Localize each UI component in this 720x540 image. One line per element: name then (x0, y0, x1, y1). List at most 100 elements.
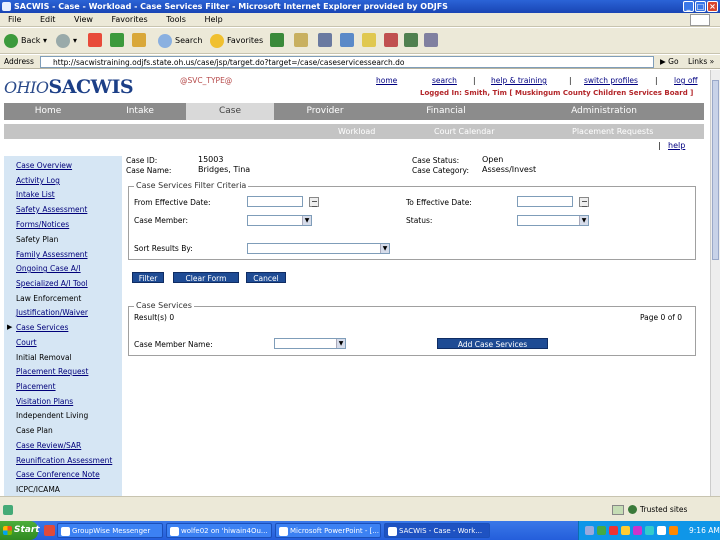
menu-view[interactable]: View (74, 15, 93, 24)
tray-icon[interactable] (621, 526, 630, 535)
nav-initial-removal[interactable]: Initial Removal (16, 353, 72, 362)
tab-intake[interactable]: Intake (96, 103, 184, 120)
discuss-icon[interactable] (424, 33, 438, 47)
nav-forms-notices[interactable]: Forms/Notices (16, 220, 69, 229)
windows-logo-icon (690, 14, 710, 26)
menu-tools[interactable]: Tools (166, 15, 186, 24)
scrollbar-thumb[interactable] (712, 80, 719, 260)
nav-specialized-ai-tool[interactable]: Specialized A/I Tool (16, 279, 88, 288)
tab-case[interactable]: Case (186, 103, 274, 120)
nav-case-review-sar[interactable]: Case Review/SAR (16, 441, 81, 450)
edit-icon[interactable] (340, 33, 354, 47)
nav-justification-waiver[interactable]: Justification/Waiver (16, 308, 88, 317)
stop-icon[interactable] (88, 33, 102, 47)
quick-launch-icon[interactable] (44, 525, 55, 536)
back-button[interactable]: Back ▾ (4, 33, 47, 49)
print-icon[interactable] (318, 33, 332, 47)
close-button[interactable]: × (707, 1, 718, 12)
nav-law-enforcement[interactable]: Law Enforcement (16, 294, 81, 303)
nav-icpc-icama[interactable]: ICPC/ICAMA (16, 485, 60, 494)
tab-provider[interactable]: Provider (276, 103, 374, 120)
task-wolfe02[interactable]: wolfe02 on 'hiwain4Ou... (166, 523, 272, 538)
task-sacwis[interactable]: SACWIS - Case - Work... (384, 523, 490, 538)
subnav-court-calendar[interactable]: Court Calendar (434, 124, 495, 139)
tray-icon[interactable] (633, 526, 642, 535)
case-status-label: Case Status: (412, 156, 460, 165)
status-select[interactable]: ▼ (517, 215, 589, 226)
folder-icon[interactable] (362, 33, 376, 47)
research-icon[interactable] (384, 33, 398, 47)
home-link[interactable]: home (376, 76, 397, 85)
nav-independent-living[interactable]: Independent Living (16, 411, 88, 420)
tray-icon[interactable] (669, 526, 678, 535)
vertical-scrollbar[interactable] (710, 70, 720, 496)
tray-icon[interactable] (645, 526, 654, 535)
nav-placement[interactable]: Placement (16, 382, 56, 391)
calendar-icon[interactable] (309, 197, 319, 207)
nav-activity-log[interactable]: Activity Log (16, 176, 60, 185)
help-link[interactable]: help (668, 141, 685, 150)
maximize-button[interactable]: □ (695, 1, 706, 12)
tray-icon[interactable] (585, 526, 594, 535)
nav-case-plan[interactable]: Case Plan (16, 426, 53, 435)
refresh-icon[interactable] (110, 33, 124, 47)
history-icon[interactable] (270, 33, 284, 47)
nav-case-conference-note[interactable]: Case Conference Note (16, 470, 100, 479)
tray-icon[interactable] (609, 526, 618, 535)
search-link[interactable]: search (432, 76, 457, 85)
to-date-label: To Effective Date: (406, 198, 472, 207)
to-date-input[interactable] (517, 196, 573, 207)
case-category-label: Case Category: (412, 166, 469, 175)
add-case-services-button[interactable]: Add Case Services (437, 338, 548, 349)
messenger-icon[interactable] (404, 33, 418, 47)
tray-icon[interactable] (597, 526, 606, 535)
from-date-input[interactable] (247, 196, 303, 207)
log-off-link[interactable]: log off (674, 76, 698, 85)
logged-in-user: Logged In: Smith, Tim [ Muskingum County… (420, 89, 694, 97)
tab-financial[interactable]: Financial (396, 103, 496, 120)
nav-case-overview[interactable]: Case Overview (16, 161, 72, 170)
nav-safety-assessment[interactable]: Safety Assessment (16, 205, 87, 214)
nav-ongoing-case-ai[interactable]: Ongoing Case A/I (16, 264, 81, 273)
links-button[interactable]: Links » (688, 55, 714, 69)
tab-home[interactable]: Home (4, 103, 92, 120)
cancel-button[interactable]: Cancel (246, 272, 286, 283)
subnav-placement-requests[interactable]: Placement Requests (572, 124, 653, 139)
nav-case-services[interactable]: Case Services (16, 323, 68, 332)
help-training-link[interactable]: help & training (491, 76, 547, 85)
menu-file[interactable]: File (8, 15, 21, 24)
subnav-workload[interactable]: Workload (338, 124, 375, 139)
task-groupwise-messenger[interactable]: GroupWise Messenger (57, 523, 163, 538)
nav-court[interactable]: Court (16, 338, 37, 347)
menu-favorites[interactable]: Favorites (112, 15, 148, 24)
case-member-select[interactable]: ▼ (247, 215, 312, 226)
window-title: SACWIS - Case - Workload - Case Services… (14, 2, 448, 11)
nav-intake-list[interactable]: Intake List (16, 190, 55, 199)
mail-icon[interactable] (294, 33, 308, 47)
favorites-button[interactable]: Favorites (210, 33, 263, 49)
minimize-button[interactable]: _ (683, 1, 694, 12)
nav-safety-plan[interactable]: Safety Plan (16, 235, 58, 244)
nav-family-assessment[interactable]: Family Assessment (16, 250, 88, 259)
nav-placement-request[interactable]: Placement Request (16, 367, 88, 376)
tab-administration[interactable]: Administration (544, 103, 664, 120)
address-input[interactable]: http://sacwistraining.odjfs.state.oh.us/… (40, 56, 654, 68)
switch-profiles-link[interactable]: switch profiles (584, 76, 638, 85)
menu-edit[interactable]: Edit (40, 15, 56, 24)
sort-results-label: Sort Results By: (134, 244, 193, 253)
search-button[interactable]: Search (158, 33, 202, 49)
calendar-icon[interactable] (579, 197, 589, 207)
case-member-name-select[interactable]: ▼ (274, 338, 346, 349)
clear-form-button[interactable]: Clear Form (173, 272, 239, 283)
go-button[interactable]: ▶ Go (660, 56, 679, 68)
start-button[interactable]: Start (0, 521, 40, 540)
nav-reunification-assessment[interactable]: Reunification Assessment (16, 456, 112, 465)
nav-visitation-plans[interactable]: Visitation Plans (16, 397, 73, 406)
home-icon[interactable] (132, 33, 146, 47)
sort-results-select[interactable]: ▼ (247, 243, 390, 254)
menu-help[interactable]: Help (204, 15, 222, 24)
filter-button[interactable]: Filter (132, 272, 164, 283)
tray-icon[interactable] (657, 526, 666, 535)
forward-button[interactable]: ▾ (56, 33, 77, 49)
task-powerpoint[interactable]: Microsoft PowerPoint - [... (275, 523, 381, 538)
